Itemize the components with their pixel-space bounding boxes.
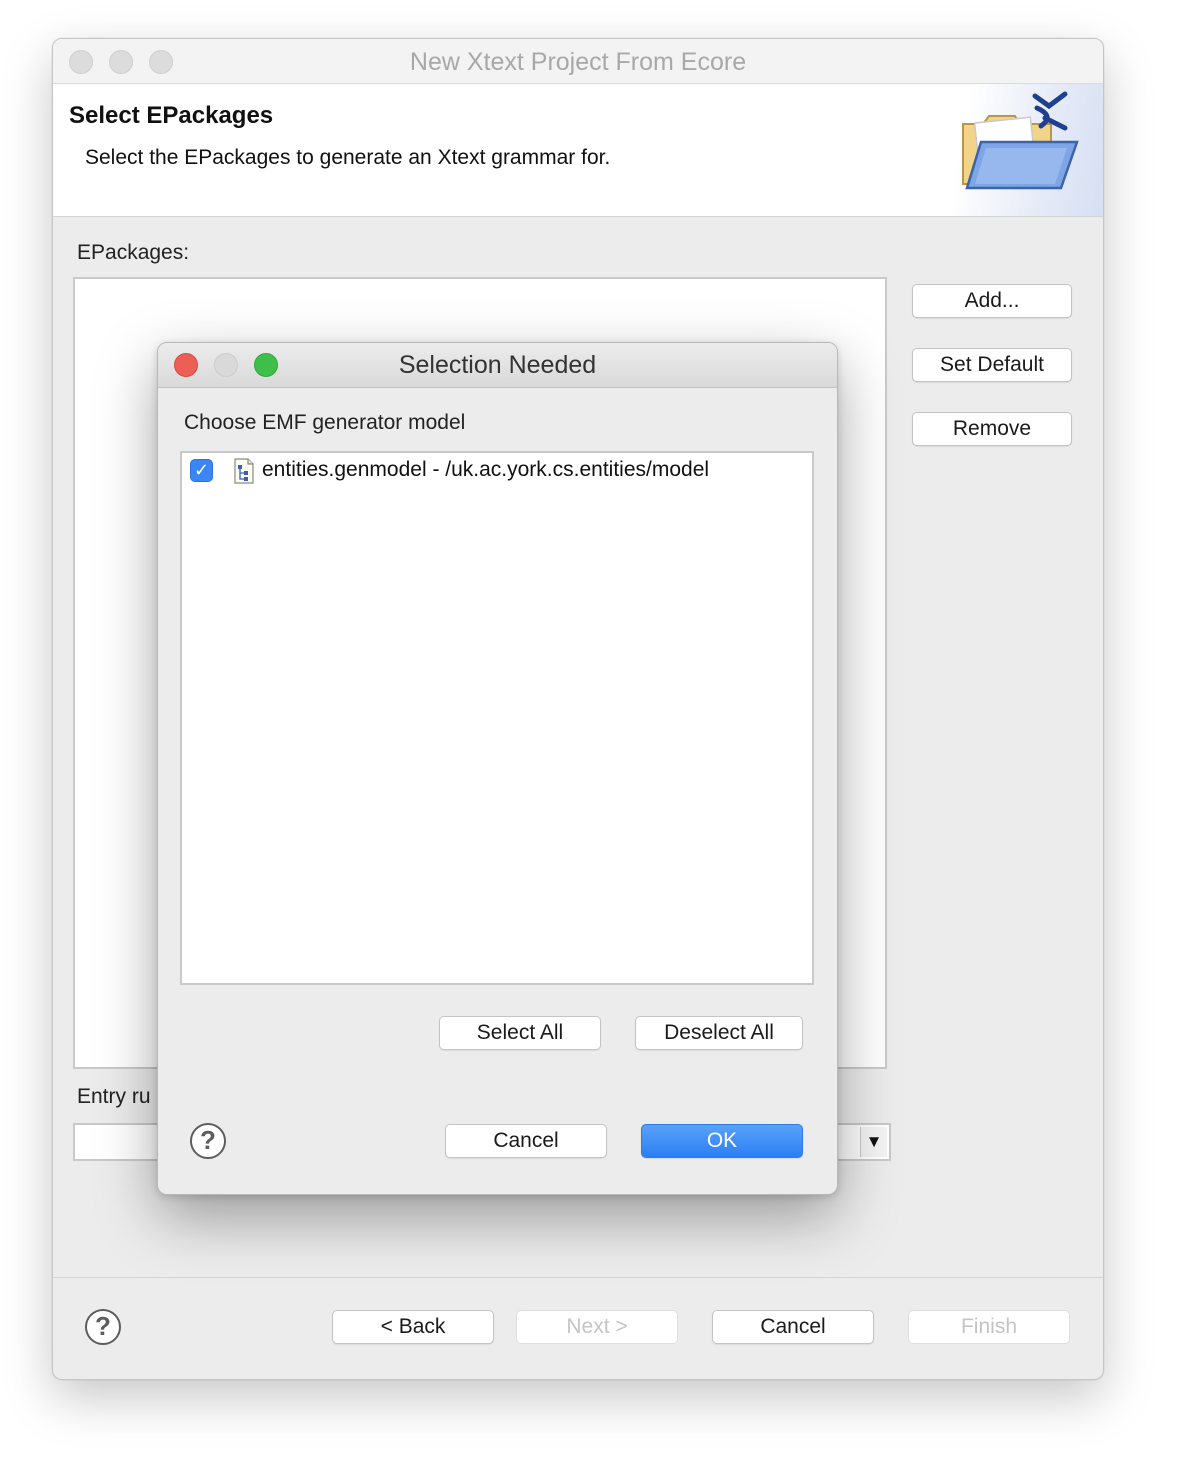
- epackages-label: EPackages:: [77, 241, 190, 264]
- page-description: Select the EPackages to generate an Xtex…: [85, 146, 611, 169]
- item-label: entities.genmodel - /uk.ac.york.cs.entit…: [262, 458, 710, 481]
- deselect-all-button[interactable]: Deselect All: [635, 1016, 803, 1050]
- select-all-button[interactable]: Select All: [439, 1016, 601, 1050]
- dialog-cancel-button[interactable]: Cancel: [445, 1124, 607, 1158]
- dialog-title: Selection Needed: [398, 351, 597, 379]
- folder-xtext-icon: [962, 91, 1079, 190]
- genmodel-list[interactable]: ✓ entities.genmodel - /uk.ac.york.cs.ent…: [180, 451, 814, 985]
- add-button[interactable]: Add...: [912, 284, 1072, 318]
- footer-divider: [53, 1277, 1103, 1278]
- dialog-titlebar: Selection Needed: [158, 343, 837, 388]
- set-default-button[interactable]: Set Default: [912, 348, 1072, 382]
- ok-button[interactable]: OK: [641, 1124, 803, 1158]
- remove-button[interactable]: Remove: [912, 412, 1072, 446]
- wizard-header: Select EPackages Select the EPackages to…: [53, 84, 1103, 217]
- finish-button: Finish: [908, 1310, 1070, 1344]
- help-icon[interactable]: ?: [85, 1309, 121, 1345]
- dialog-help-icon[interactable]: ?: [190, 1123, 226, 1159]
- item-checkbox[interactable]: ✓: [190, 459, 213, 482]
- dropdown-arrow-icon[interactable]: ▼: [860, 1127, 887, 1157]
- dialog-prompt: Choose EMF generator model: [184, 411, 466, 434]
- wizard-title: New Xtext Project From Ecore: [409, 48, 747, 76]
- selection-dialog: Selection Needed Choose EMF generator mo…: [157, 342, 838, 1195]
- genmodel-icon: [234, 458, 254, 484]
- next-button: Next >: [516, 1310, 678, 1344]
- back-button[interactable]: < Back: [332, 1310, 494, 1344]
- entry-rule-label: Entry ru: [77, 1085, 151, 1108]
- wizard-banner: [953, 84, 1103, 216]
- wizard-titlebar: New Xtext Project From Ecore: [53, 39, 1103, 84]
- list-item[interactable]: ✓ entities.genmodel - /uk.ac.york.cs.ent…: [188, 455, 806, 487]
- page-title: Select EPackages: [69, 102, 274, 129]
- wizard-cancel-button[interactable]: Cancel: [712, 1310, 874, 1344]
